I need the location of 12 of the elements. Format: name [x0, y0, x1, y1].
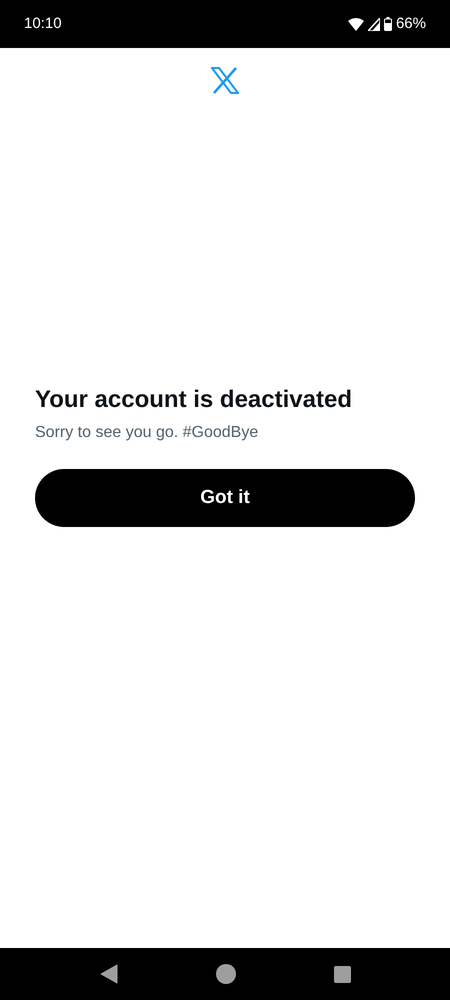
message-text: Sorry to see you go. #GoodBye: [35, 423, 260, 443]
battery-icon: [384, 17, 392, 31]
logo-icon: [211, 67, 239, 94]
back-icon[interactable]: [100, 964, 118, 984]
battery-percentage: 66%: [396, 14, 426, 34]
home-icon[interactable]: [216, 964, 236, 984]
wifi-icon: [348, 18, 364, 30]
recents-icon[interactable]: [334, 966, 350, 982]
page-title: Your account is deactivated: [35, 385, 353, 415]
status-time: 10:10: [24, 14, 62, 34]
got-it-button[interactable]: Got it: [35, 469, 415, 527]
signal-icon: [368, 18, 380, 30]
